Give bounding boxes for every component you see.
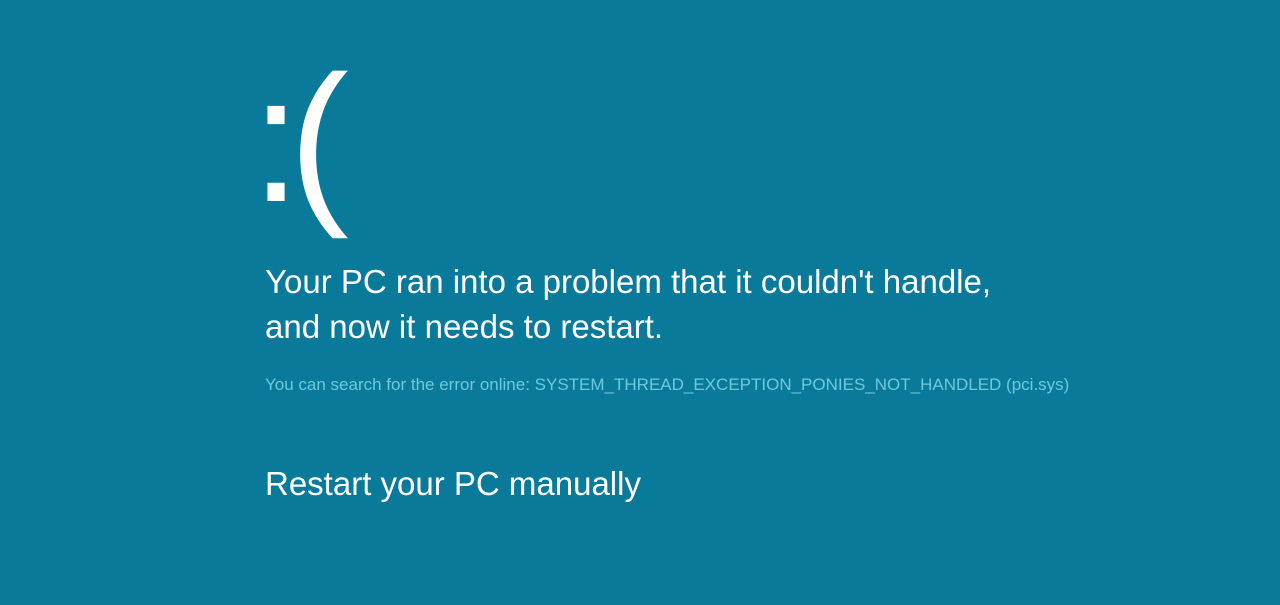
error-search-prefix: You can search for the error online:	[265, 375, 535, 394]
bsod-container: :( Your PC ran into a problem that it co…	[265, 50, 1215, 503]
sad-face-emoticon: :(	[251, 50, 1215, 230]
restart-instruction: Restart your PC manually	[265, 465, 1215, 503]
error-code-line: You can search for the error online: SYS…	[265, 375, 1215, 395]
error-message: Your PC ran into a problem that it could…	[265, 260, 1025, 349]
error-code: SYSTEM_THREAD_EXCEPTION_PONIES_NOT_HANDL…	[535, 375, 1070, 394]
